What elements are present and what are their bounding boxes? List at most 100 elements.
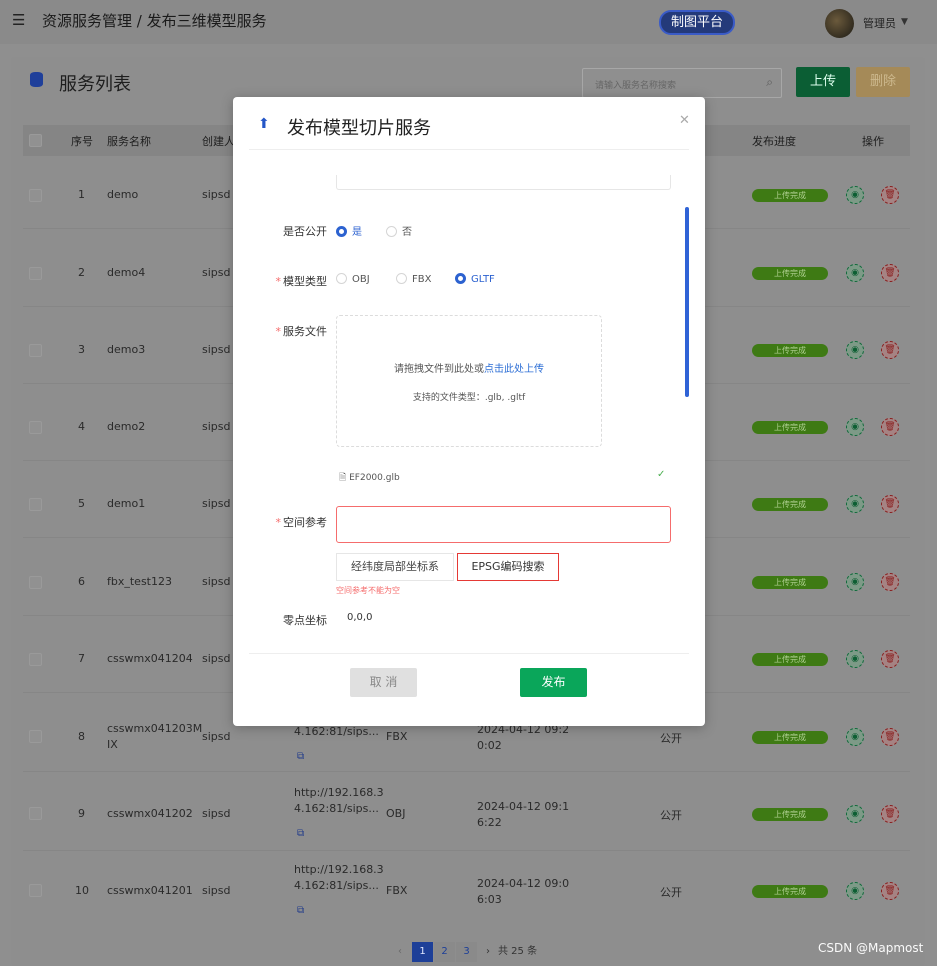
radio-public-no-label: 否 <box>402 227 412 238</box>
required-asterisk: * <box>275 325 282 338</box>
prev-page-button[interactable]: ‹ <box>392 942 408 962</box>
upload-dropzone[interactable]: 请拖拽文件到此处或点击此处上传 支持的文件类型：.glb, .gltf <box>336 315 602 447</box>
row-type: FBX <box>386 884 408 897</box>
row-index: 5 <box>78 497 85 510</box>
row-creator: sipsd <box>202 188 231 201</box>
row-checkbox[interactable] <box>29 189 42 202</box>
row-index: 3 <box>78 343 85 356</box>
row-name: demo2 <box>107 420 146 433</box>
row-time-line2: 6:03 <box>477 893 502 906</box>
delete-icon[interactable]: 🗑 <box>881 573 899 591</box>
row-checkbox[interactable] <box>29 730 42 743</box>
view-icon[interactable]: ◉ <box>846 805 864 823</box>
row-checkbox[interactable] <box>29 498 42 511</box>
spatial-ref-error: 空间参考不能为空 <box>336 586 400 595</box>
cancel-button[interactable]: 取 消 <box>350 668 417 697</box>
delete-icon[interactable]: 🗑 <box>881 495 899 513</box>
radio-model-fbx[interactable]: FBX <box>396 273 431 285</box>
click-upload-link[interactable]: 点击此处上传 <box>484 364 544 375</box>
pagination-total: 共 25 条 <box>498 946 538 957</box>
caret-down-icon[interactable]: ▼ <box>901 17 908 27</box>
row-checkbox[interactable] <box>29 267 42 280</box>
delete-icon[interactable]: 🗑 <box>881 882 899 900</box>
row-name: fbx_test123 <box>107 575 172 588</box>
status-badge: 上传完成 <box>752 498 828 511</box>
clipped-field-input[interactable] <box>336 175 671 190</box>
copy-icon[interactable]: ⧉ <box>297 905 304 916</box>
view-icon[interactable]: ◉ <box>846 882 864 900</box>
spatial-ref-label: * 空间参考 <box>247 514 328 530</box>
delete-button[interactable]: 删除 <box>856 67 910 97</box>
col-index: 序号 <box>71 135 93 148</box>
upload-button[interactable]: 上传 <box>796 67 850 97</box>
delete-icon[interactable]: 🗑 <box>881 728 899 746</box>
view-icon[interactable]: ◉ <box>846 650 864 668</box>
radio-public-no[interactable]: 否 <box>386 223 412 238</box>
spatial-ref-textarea[interactable] <box>336 506 671 543</box>
row-checkbox[interactable] <box>29 344 42 357</box>
status-badge: 上传完成 <box>752 421 828 434</box>
view-icon[interactable]: ◉ <box>846 418 864 436</box>
page-title: 服务列表 <box>59 74 131 95</box>
breadcrumb: 资源服务管理 / 发布三维模型服务 <box>42 12 267 30</box>
page-3[interactable]: 3 <box>456 942 477 962</box>
page-2[interactable]: 2 <box>434 942 455 962</box>
row-creator: sipsd <box>202 884 231 897</box>
radio-public-yes[interactable]: 是 <box>336 223 362 238</box>
copy-icon[interactable]: ⧉ <box>297 828 304 839</box>
row-index: 10 <box>75 884 89 897</box>
dropzone-text: 请拖拽文件到此处或 <box>394 364 484 375</box>
radio-dot-icon <box>455 273 466 284</box>
delete-icon[interactable]: 🗑 <box>881 418 899 436</box>
row-name: demo1 <box>107 497 146 510</box>
copy-icon[interactable]: ⧉ <box>297 751 304 762</box>
row-checkbox[interactable] <box>29 576 42 589</box>
status-badge: 上传完成 <box>752 653 828 666</box>
delete-icon[interactable]: 🗑 <box>881 341 899 359</box>
view-icon[interactable]: ◉ <box>846 264 864 282</box>
row-creator: sipsd <box>202 807 231 820</box>
delete-icon[interactable]: 🗑 <box>881 805 899 823</box>
delete-icon[interactable]: 🗑 <box>881 650 899 668</box>
status-badge: 上传完成 <box>752 731 828 744</box>
select-all-checkbox[interactable] <box>29 134 42 147</box>
view-icon[interactable]: ◉ <box>846 573 864 591</box>
row-index: 1 <box>78 188 85 201</box>
row-checkbox[interactable] <box>29 653 42 666</box>
view-icon[interactable]: ◉ <box>846 186 864 204</box>
view-icon[interactable]: ◉ <box>846 495 864 513</box>
row-index: 8 <box>78 730 85 743</box>
upload-icon: ⬆ <box>258 116 270 132</box>
page-1[interactable]: 1 <box>412 942 433 962</box>
uploaded-file-item[interactable]: 🗎 EF2000.glb ✓ <box>339 469 665 486</box>
user-name[interactable]: 管理员 <box>863 15 896 31</box>
epsg-search-button[interactable]: EPSG编码搜索 <box>457 553 559 581</box>
delete-icon[interactable]: 🗑 <box>881 186 899 204</box>
search-input[interactable]: 请输入服务名称搜索 ⌕ <box>582 68 782 98</box>
next-page-button[interactable]: › <box>481 942 495 962</box>
row-url-line1: http://192.168.3 <box>294 786 384 799</box>
row-checkbox[interactable] <box>29 884 42 897</box>
menu-fold-icon[interactable]: ☰ <box>12 11 25 29</box>
dialog-title: 发布模型切片服务 <box>287 118 431 139</box>
radio-model-gltf-label: GLTF <box>471 274 495 285</box>
dialog-scrollbar[interactable] <box>685 207 689 397</box>
database-icon <box>30 72 43 87</box>
radio-dot-icon <box>386 226 397 237</box>
latlon-local-button[interactable]: 经纬度局部坐标系 <box>336 553 454 581</box>
view-icon[interactable]: ◉ <box>846 341 864 359</box>
radio-model-obj[interactable]: OBJ <box>336 273 370 285</box>
radio-model-gltf[interactable]: GLTF <box>455 273 495 285</box>
row-checkbox[interactable] <box>29 807 42 820</box>
delete-icon[interactable]: 🗑 <box>881 264 899 282</box>
row-checkbox[interactable] <box>29 421 42 434</box>
radio-public-yes-label: 是 <box>352 227 362 238</box>
close-icon[interactable]: ✕ <box>679 113 690 128</box>
row-creator: sipsd <box>202 420 231 433</box>
avatar[interactable] <box>825 9 854 38</box>
publish-button[interactable]: 发布 <box>520 668 587 697</box>
search-icon[interactable]: ⌕ <box>766 75 773 90</box>
view-icon[interactable]: ◉ <box>846 728 864 746</box>
platform-button[interactable]: 制图平台 <box>659 10 735 35</box>
row-url-line1: http://192.168.3 <box>294 863 384 876</box>
